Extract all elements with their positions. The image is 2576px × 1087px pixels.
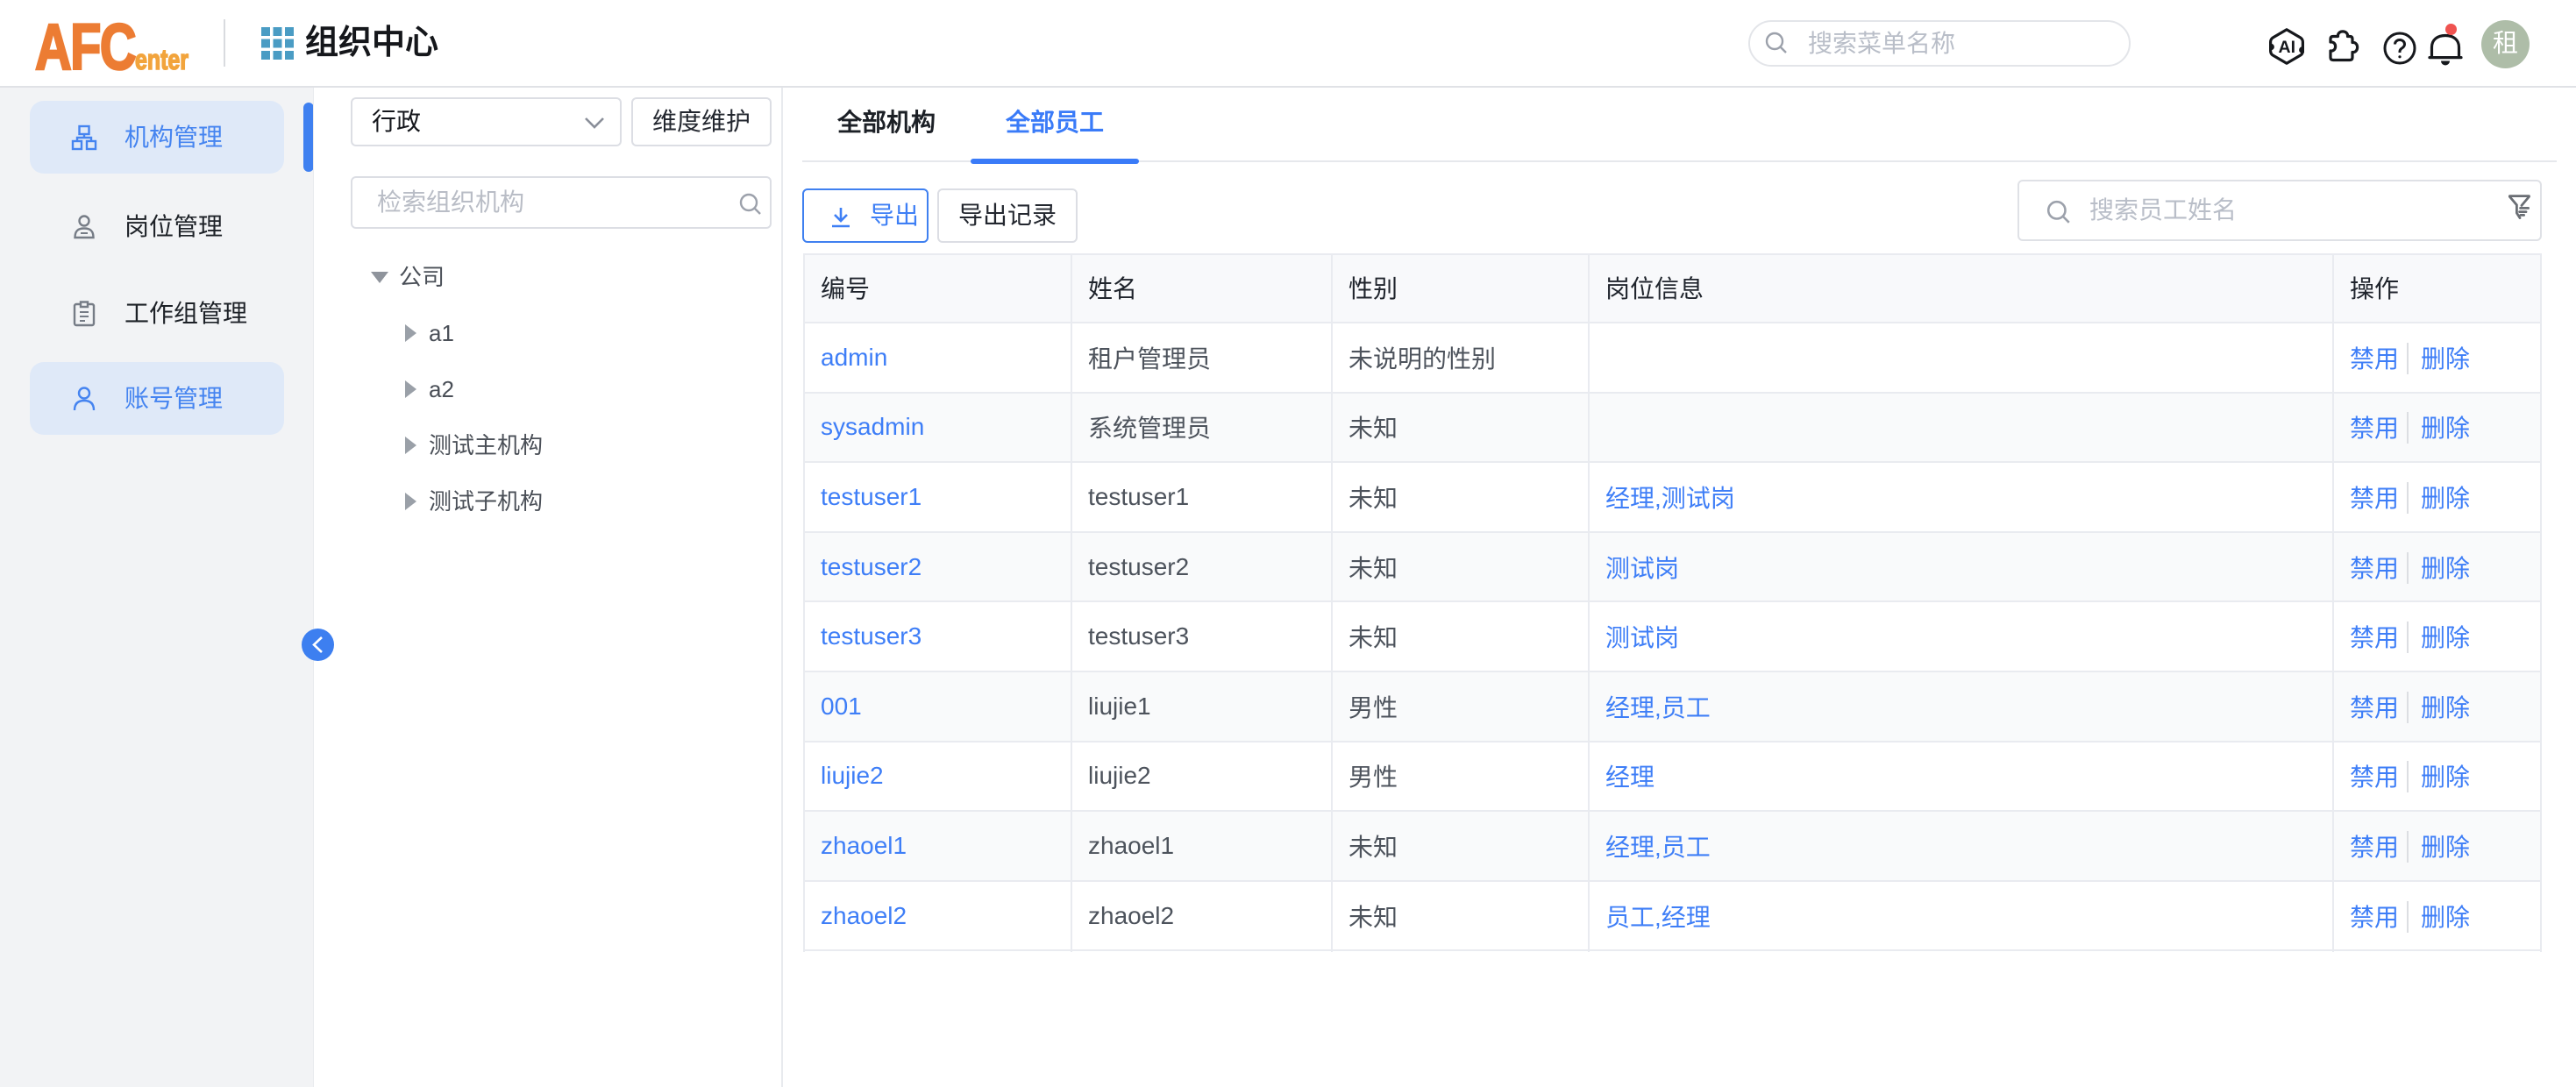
svg-text:AI: AI bbox=[2279, 38, 2296, 57]
